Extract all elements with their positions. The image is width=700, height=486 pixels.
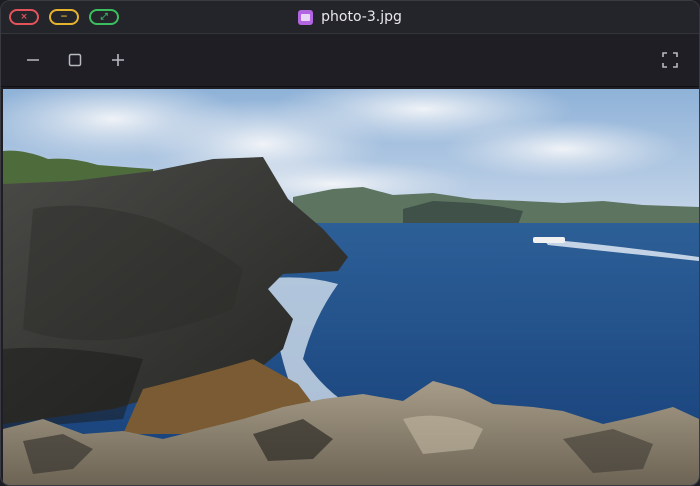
photo	[3, 89, 699, 485]
fullscreen-icon	[662, 52, 678, 68]
window-title: photo-3.jpg	[1, 1, 699, 33]
zoom-out-button[interactable]	[21, 48, 45, 72]
actual-size-button[interactable]	[63, 48, 87, 72]
toolbar	[1, 34, 699, 87]
plus-icon	[112, 54, 124, 66]
image-file-icon	[298, 9, 314, 25]
fullscreen-button[interactable]	[658, 48, 682, 72]
image-viewer-window: × − ⤢ photo-3.jpg	[0, 0, 700, 486]
window-title-text: photo-3.jpg	[321, 9, 402, 25]
image-canvas[interactable]	[3, 89, 699, 485]
minus-icon	[27, 59, 39, 61]
square-icon	[68, 53, 82, 67]
title-bar[interactable]: × − ⤢ photo-3.jpg	[1, 1, 699, 34]
zoom-in-button[interactable]	[106, 48, 130, 72]
